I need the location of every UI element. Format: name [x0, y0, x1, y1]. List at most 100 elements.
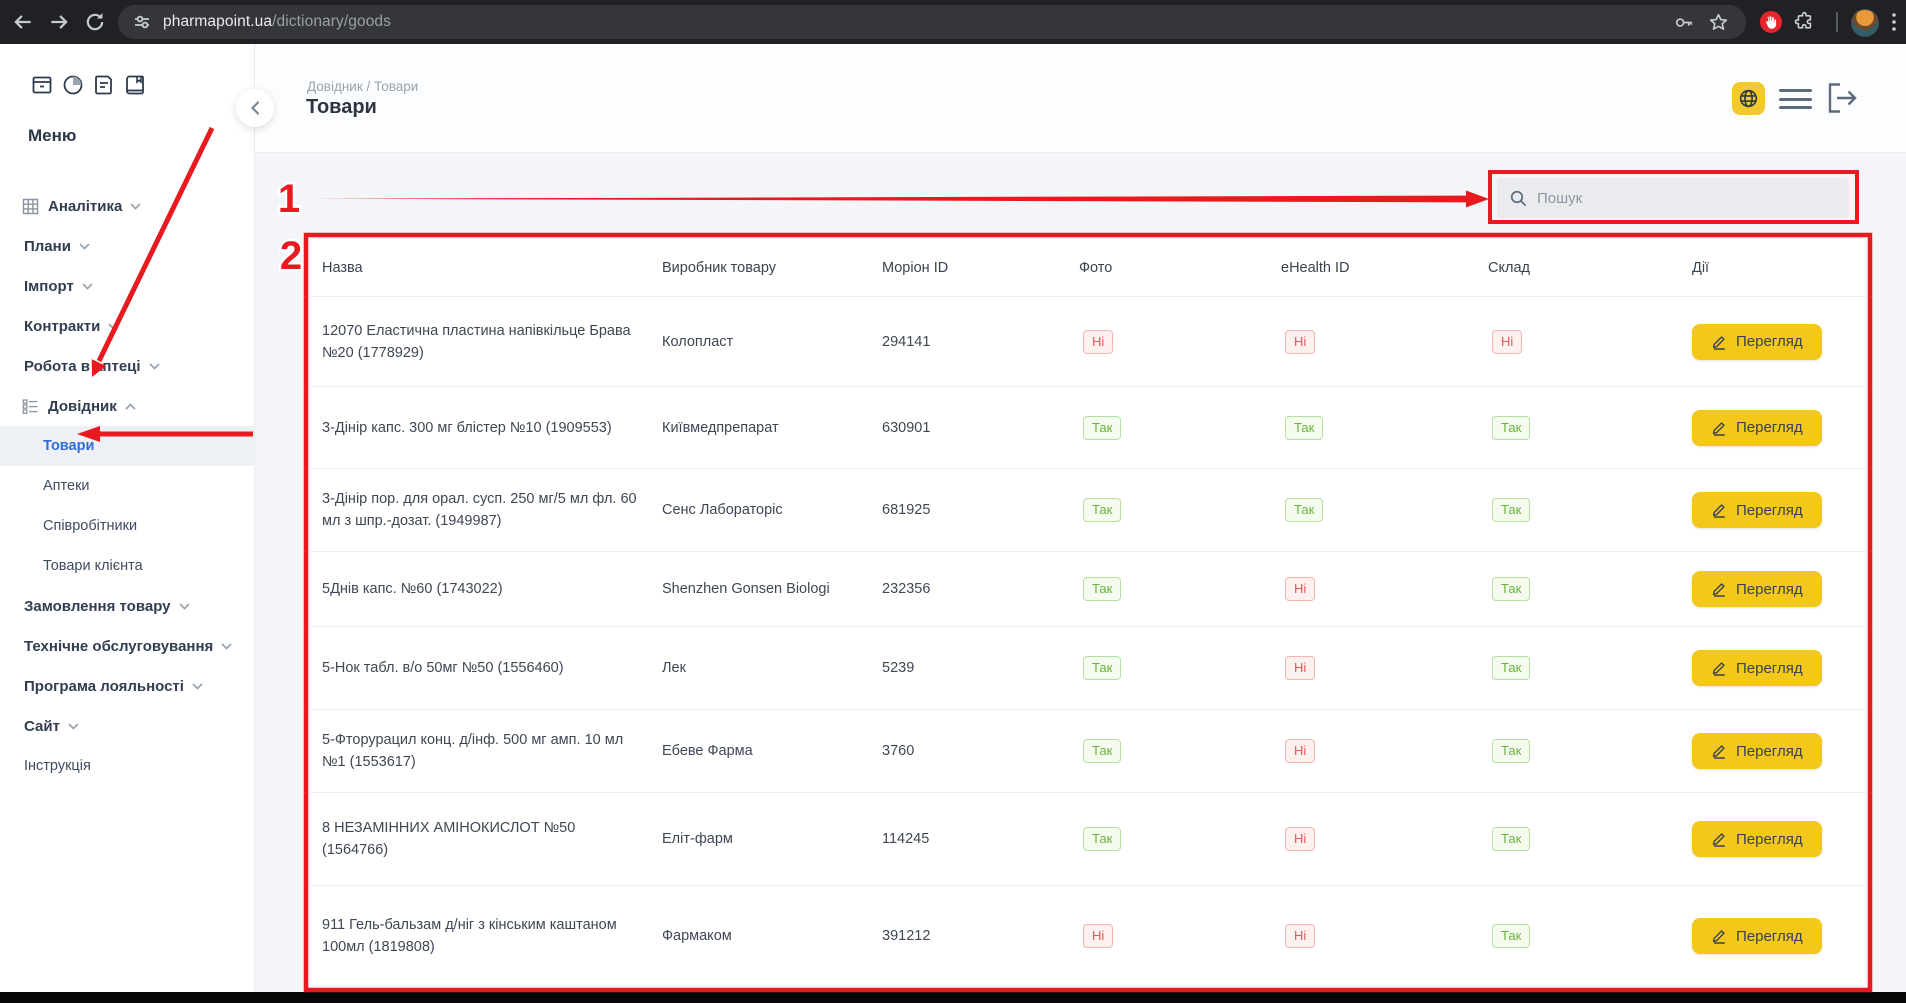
- actions-cell: Перегляд: [1692, 821, 1866, 857]
- url-path: /dictionary/goods: [272, 13, 391, 30]
- sidebar-item-label: Технічне обслуговування: [24, 638, 213, 655]
- sidebar-item[interactable]: Контракти: [0, 306, 254, 346]
- page-title: Товари: [306, 96, 377, 119]
- book-icon[interactable]: [123, 73, 147, 97]
- browser-menu-icon[interactable]: [1890, 11, 1898, 33]
- hamburger-menu-icon[interactable]: [1779, 89, 1812, 109]
- pencil-icon: [1711, 660, 1727, 676]
- sidebar-item[interactable]: Аналітика: [0, 186, 254, 226]
- sidebar-item[interactable]: Плани: [0, 226, 254, 266]
- sidebar-quick-icons: [30, 73, 147, 97]
- chevron-up-icon: [125, 403, 136, 410]
- ehealth-cell: Ні: [1281, 827, 1488, 851]
- browser-forward-icon[interactable]: [48, 11, 70, 33]
- table-row: 12070 Еластична пластина напівкільце Бра…: [310, 297, 1866, 387]
- yes-badge: Так: [1492, 656, 1530, 680]
- stock-cell: Так: [1488, 416, 1692, 440]
- manufacturer: Колопласт: [662, 334, 882, 350]
- stock-cell: Так: [1488, 827, 1692, 851]
- logout-icon[interactable]: [1827, 82, 1857, 114]
- sidebar-item[interactable]: Технічне обслуговування: [0, 626, 254, 666]
- actions-cell: Перегляд: [1692, 410, 1866, 446]
- search-icon: [1510, 190, 1527, 207]
- no-badge: Ні: [1285, 924, 1315, 948]
- browser-reload-icon[interactable]: [84, 11, 106, 33]
- yes-badge: Так: [1083, 577, 1121, 601]
- browser-back-icon[interactable]: [12, 11, 34, 33]
- sidebar-item[interactable]: Аптеки: [0, 466, 254, 506]
- sidebar-item-label: Контракти: [24, 318, 100, 335]
- chevron-down-icon: [192, 683, 203, 690]
- stock-cell: Ні: [1488, 330, 1692, 354]
- sidebar-item[interactable]: Сайт: [0, 706, 254, 746]
- sidebar: Меню АналітикаПланиІмпортКонтрактиРобота…: [0, 44, 255, 992]
- search-input[interactable]: [1535, 189, 1849, 208]
- sidebar-item[interactable]: Імпорт: [0, 266, 254, 306]
- no-badge: Ні: [1285, 577, 1315, 601]
- sidebar-item[interactable]: Програма лояльності: [0, 666, 254, 706]
- ehealth-cell: Ні: [1281, 924, 1488, 948]
- sidebar-item[interactable]: Замовлення товару: [0, 586, 254, 626]
- goods-name: 12070 Еластична пластина напівкільце Бра…: [322, 320, 662, 364]
- morion-id: 630901: [882, 420, 1079, 436]
- list-icon: [22, 398, 39, 415]
- document-note-icon[interactable]: [92, 73, 116, 97]
- ehealth-cell: Ні: [1281, 656, 1488, 680]
- view-button[interactable]: Перегляд: [1692, 410, 1822, 446]
- view-button[interactable]: Перегляд: [1692, 324, 1822, 360]
- morion-id: 114245: [882, 831, 1079, 847]
- sidebar-item-label: Довідник: [48, 398, 117, 415]
- view-button-label: Перегляд: [1736, 928, 1803, 945]
- yes-badge: Так: [1492, 739, 1530, 763]
- yes-badge: Так: [1492, 498, 1530, 522]
- view-button[interactable]: Перегляд: [1692, 918, 1822, 954]
- sidebar-item-label: Аптеки: [43, 478, 90, 494]
- sidebar-collapse-button[interactable]: [236, 89, 274, 127]
- pencil-icon: [1711, 420, 1727, 436]
- manufacturer: Ебеве Фарма: [662, 743, 882, 759]
- actions-cell: Перегляд: [1692, 324, 1866, 360]
- view-button[interactable]: Перегляд: [1692, 821, 1822, 857]
- page-header: [255, 44, 1906, 153]
- column-header: Дії: [1692, 260, 1866, 276]
- sidebar-item[interactable]: Співробітники: [0, 506, 254, 546]
- sidebar-item-active[interactable]: Товари: [0, 426, 254, 466]
- password-key-icon[interactable]: [1673, 12, 1694, 33]
- view-button[interactable]: Перегляд: [1692, 733, 1822, 769]
- view-button[interactable]: Перегляд: [1692, 650, 1822, 686]
- sidebar-item-label: Замовлення товару: [24, 598, 171, 615]
- pencil-icon: [1711, 502, 1727, 518]
- photo-cell: Так: [1079, 739, 1281, 763]
- archive-box-icon[interactable]: [30, 73, 54, 97]
- stock-cell: Так: [1488, 739, 1692, 763]
- goods-name: 3-Дінір капс. 300 мг блістер №10 (190955…: [322, 417, 662, 439]
- bookmark-star-icon[interactable]: [1708, 12, 1729, 33]
- address-bar[interactable]: pharmapoint.ua/dictionary/goods: [118, 5, 1746, 39]
- yes-badge: Так: [1492, 924, 1530, 948]
- sidebar-item[interactable]: Довідник: [0, 386, 254, 426]
- site-settings-icon[interactable]: [132, 12, 152, 32]
- sidebar-item[interactable]: Інструкція: [0, 746, 254, 786]
- breadcrumb[interactable]: Довідник / Товари: [307, 79, 418, 94]
- view-button[interactable]: Перегляд: [1692, 571, 1822, 607]
- chevron-down-icon: [130, 203, 141, 210]
- yes-badge: Так: [1083, 416, 1121, 440]
- sidebar-item[interactable]: Робота в аптеці: [0, 346, 254, 386]
- profile-avatar[interactable]: [1851, 9, 1879, 37]
- no-badge: Ні: [1285, 739, 1315, 763]
- extensions-icon[interactable]: [1794, 11, 1815, 32]
- view-button[interactable]: Перегляд: [1692, 492, 1822, 528]
- manufacturer: Сенс Лабораторіс: [662, 502, 882, 518]
- goods-name: 5-Фторурацил конц. д/інф. 500 мг амп. 10…: [322, 729, 662, 773]
- photo-cell: Так: [1079, 827, 1281, 851]
- sidebar-item-label: Імпорт: [24, 278, 74, 295]
- language-globe-button[interactable]: [1732, 82, 1765, 115]
- chevron-down-icon: [149, 363, 160, 370]
- yes-badge: Так: [1492, 827, 1530, 851]
- column-header: Моріон ID: [882, 260, 1079, 276]
- column-header: eHealth ID: [1281, 260, 1488, 276]
- goods-name: 5Днів капс. №60 (1743022): [322, 578, 662, 600]
- adblock-extension-icon[interactable]: [1760, 11, 1782, 33]
- pie-chart-icon[interactable]: [61, 73, 85, 97]
- sidebar-item[interactable]: Товари клієнта: [0, 546, 254, 586]
